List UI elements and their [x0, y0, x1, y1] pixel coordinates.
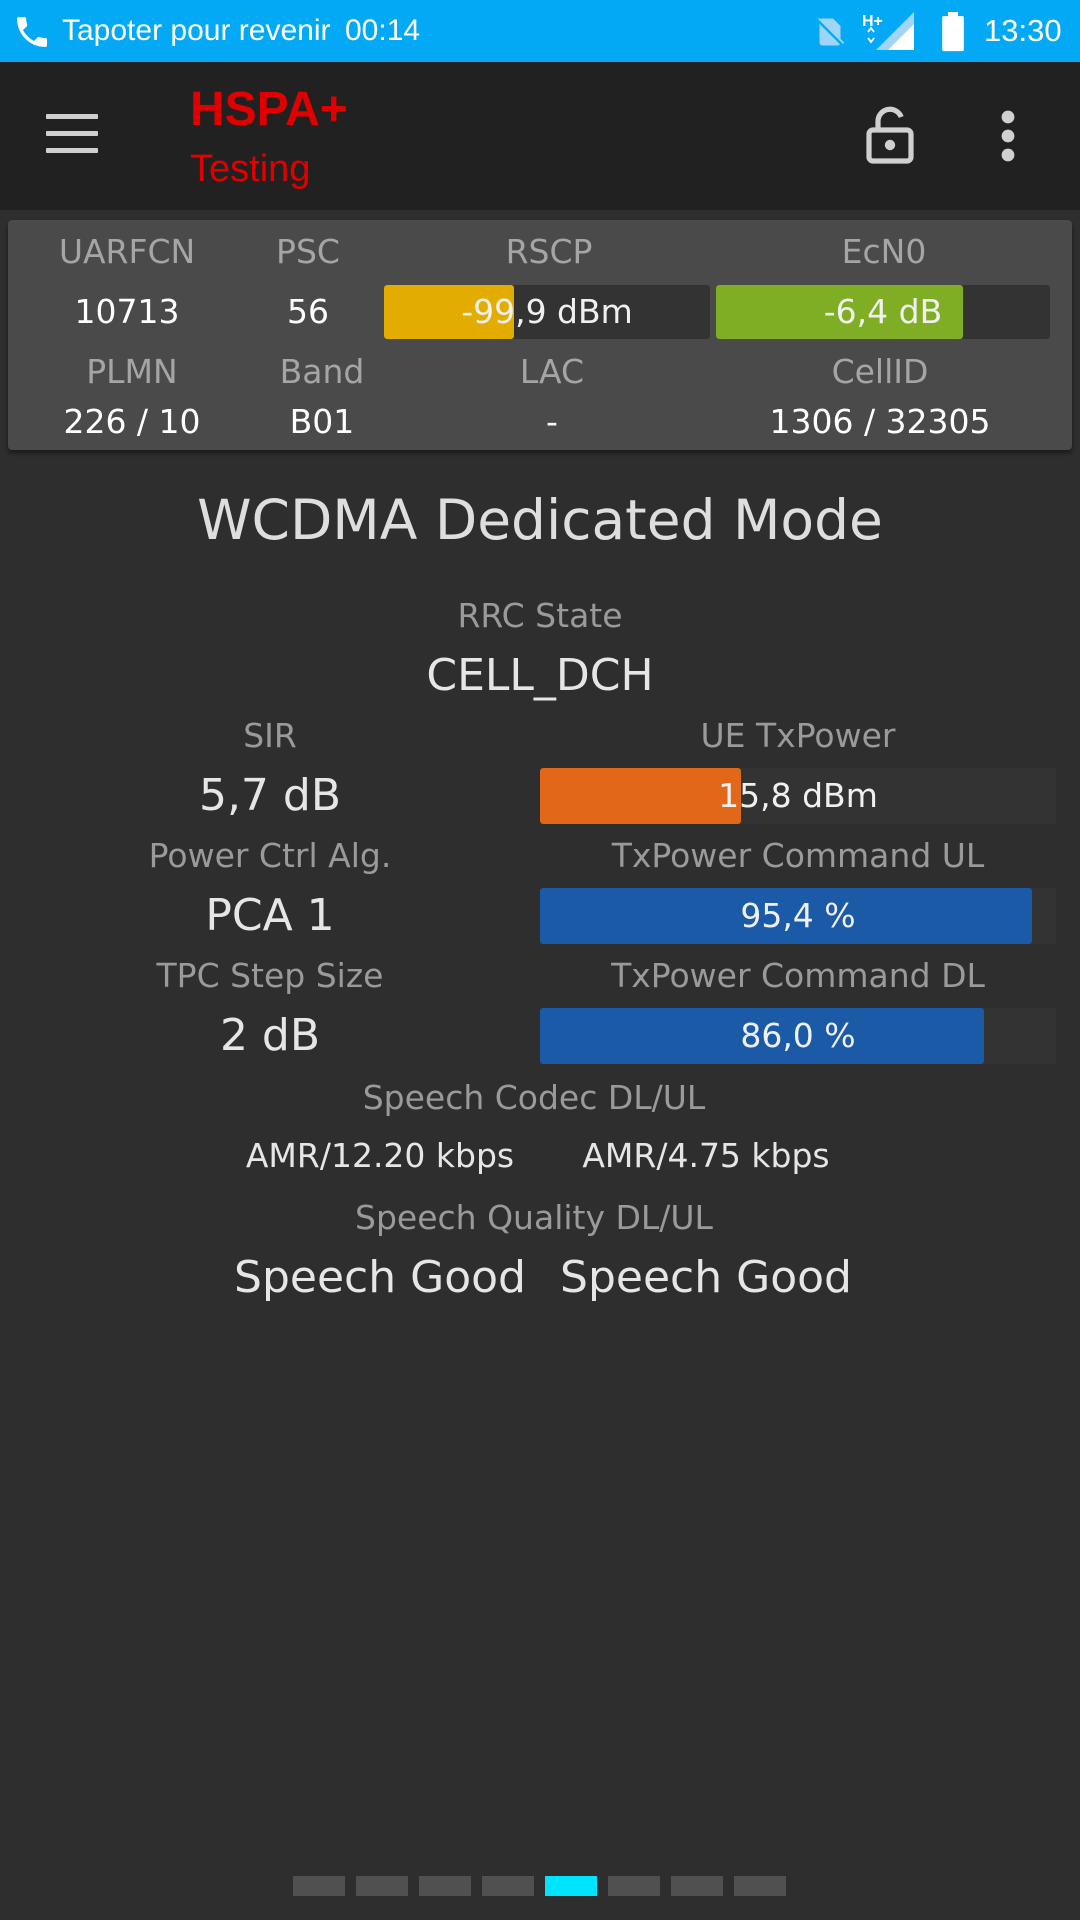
more-vert-icon[interactable]: [1000, 110, 1016, 162]
speech-codec-ul: AMR/4.75 kbps: [582, 1136, 830, 1175]
speech-quality-label: Speech Quality DL/UL: [355, 1198, 713, 1237]
ue-txpower-value: 15,8 dBm: [718, 776, 878, 815]
network-type-label: H+: [862, 13, 883, 30]
cellid-value: 1306 / 32305: [769, 402, 991, 441]
ecn0-value: -6,4 dB: [823, 292, 943, 331]
signal-icon: H+: [862, 12, 914, 50]
lock-open-icon[interactable]: [866, 106, 914, 164]
speech-codec-label: Speech Codec DL/UL: [362, 1078, 706, 1117]
ue-txpower-bar: 15,8 dBm: [540, 768, 1056, 824]
call-timer: 00:14: [345, 14, 421, 47]
ecn0-bar: -6,4 dB: [716, 285, 1050, 339]
sir-label: SIR: [243, 716, 297, 755]
page-dot-6[interactable]: [608, 1876, 660, 1896]
speech-codec-dl: AMR/12.20 kbps: [245, 1136, 515, 1175]
no-sim-icon: [815, 17, 845, 47]
app-toolbar: HSPA+ Testing: [0, 62, 1080, 210]
tpc-step-value: 2 dB: [219, 1010, 321, 1061]
power-ctrl-label: Power Ctrl Alg.: [148, 836, 392, 875]
rscp-label: RSCP: [505, 232, 593, 271]
rscp-bar: -99,9 dBm: [384, 285, 710, 339]
clock: 13:30: [984, 13, 1062, 48]
menu-icon[interactable]: [46, 114, 98, 154]
sir-value: 5,7 dB: [198, 770, 342, 821]
txpower-dl-label: TxPower Command DL: [611, 956, 985, 995]
tpc-step-label: TPC Step Size: [156, 956, 384, 995]
status-bar: Tapoter pour revenir 00:14 H+ 13:30: [0, 0, 1080, 62]
power-ctrl-value: PCA 1: [205, 890, 335, 941]
rscp-value: -99,9 dBm: [461, 292, 633, 331]
page-dot-8[interactable]: [734, 1876, 786, 1896]
page-dot-2[interactable]: [356, 1876, 408, 1896]
speech-quality-ul: Speech Good: [560, 1252, 852, 1303]
ue-txpower-label: UE TxPower: [700, 716, 896, 755]
txpower-dl-value: 86,0 %: [740, 1016, 856, 1055]
rrc-state-value: CELL_DCH: [426, 650, 654, 701]
return-to-call-text[interactable]: Tapoter pour revenir: [62, 12, 330, 50]
lac-value: -: [546, 402, 558, 441]
battery-icon: [942, 12, 964, 52]
band-value: B01: [289, 402, 355, 441]
ecn0-label: EcN0: [841, 232, 927, 271]
page-dot-1[interactable]: [293, 1876, 345, 1896]
psc-value: 56: [287, 292, 329, 331]
app-title: HSPA+: [190, 83, 348, 136]
page-dot-7[interactable]: [671, 1876, 723, 1896]
cellid-label: CellID: [831, 352, 929, 391]
psc-label: PSC: [276, 232, 340, 271]
page-dot-3[interactable]: [419, 1876, 471, 1896]
page-dot-4[interactable]: [482, 1876, 534, 1896]
plmn-value: 226 / 10: [63, 402, 201, 441]
txpower-ul-bar: 95,4 %: [540, 888, 1056, 944]
uarfcn-label: UARFCN: [58, 232, 196, 271]
plmn-label: PLMN: [86, 352, 178, 391]
speech-quality-dl: Speech Good: [234, 1252, 526, 1303]
serving-cell-panel: UARFCN 10713 PSC 56 RSCP -99,9 dBm EcN0 …: [8, 220, 1072, 450]
uarfcn-value: 10713: [74, 292, 180, 331]
txpower-dl-bar: 86,0 %: [540, 1008, 1056, 1064]
txpower-ul-label: TxPower Command UL: [611, 836, 985, 875]
page-dot-5[interactable]: [545, 1876, 597, 1896]
rrc-state-label: RRC State: [457, 596, 623, 635]
app-subtitle: Testing: [190, 148, 311, 190]
band-label: Band: [279, 352, 365, 391]
phone-icon[interactable]: [12, 12, 52, 52]
lac-label: LAC: [519, 352, 585, 391]
txpower-ul-value: 95,4 %: [740, 896, 856, 935]
mode-heading: WCDMA Dedicated Mode: [197, 488, 883, 552]
